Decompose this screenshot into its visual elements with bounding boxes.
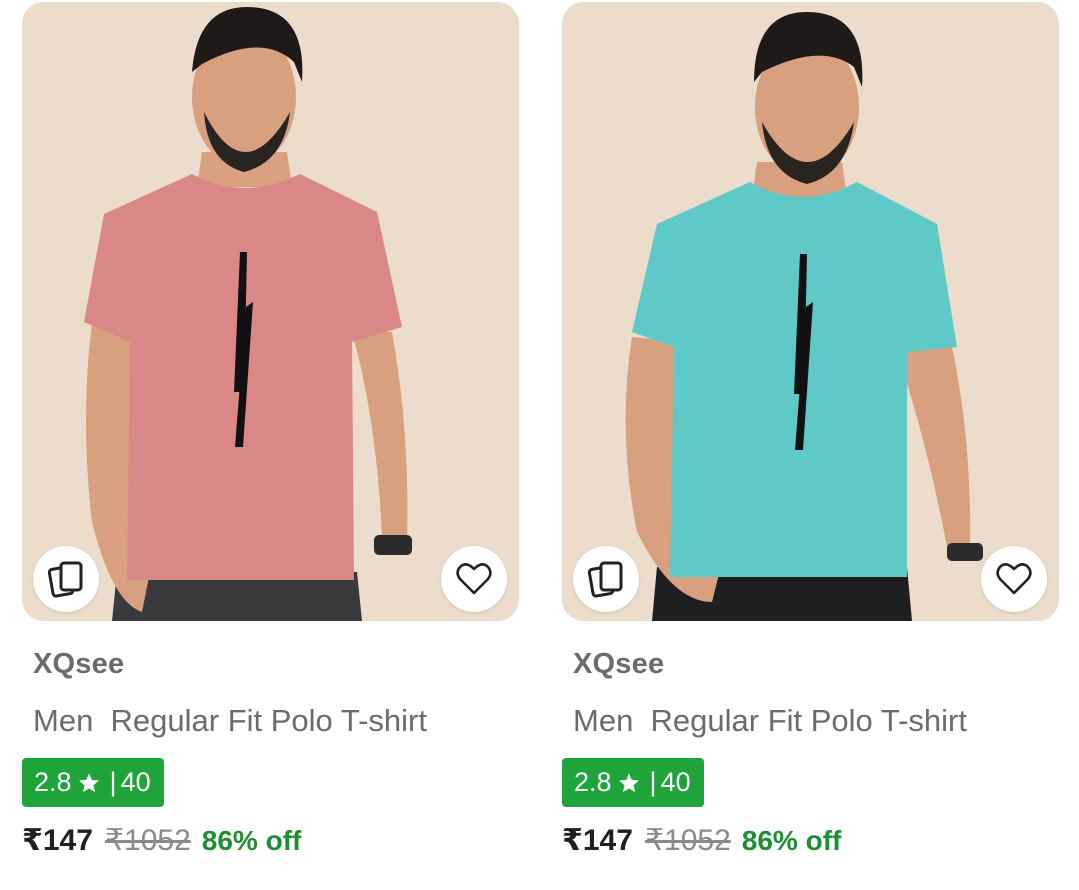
rating-value: 2.8: [34, 767, 72, 797]
original-price: ₹1052: [644, 824, 731, 857]
rating-badge: 2.8 | 40: [22, 758, 164, 807]
price-row: ₹147 ₹1052 86% off: [22, 823, 301, 863]
product-brand: XQsee: [573, 648, 665, 680]
rating-separator: |: [109, 767, 117, 797]
star-icon: [618, 772, 640, 794]
product-title[interactable]: Men Regular Fit Polo T-shirt: [33, 703, 427, 739]
similar-products-button[interactable]: [33, 546, 99, 612]
similar-cards-icon: [587, 561, 623, 598]
discount-label: 86% off: [741, 825, 842, 856]
rating-count: 40: [120, 767, 151, 797]
product-photo: [22, 2, 519, 621]
heart-icon: [996, 563, 1032, 595]
selling-price: ₹147: [22, 824, 93, 857]
similar-products-button[interactable]: [573, 546, 639, 612]
product-photo: [562, 2, 1059, 621]
rating-badge: 2.8 | 40: [562, 758, 704, 807]
similar-cards-icon: [47, 561, 83, 598]
price-row: ₹147 ₹1052 86% off: [562, 823, 841, 863]
product-brand: XQsee: [33, 648, 125, 680]
product-image[interactable]: [22, 2, 519, 621]
original-price: ₹1052: [104, 824, 191, 857]
rating-count: 40: [660, 767, 691, 797]
heart-icon: [456, 563, 492, 595]
product-card[interactable]: XQsee Men Regular Fit Polo T-shirt 2.8 |…: [562, 0, 1059, 890]
product-title[interactable]: Men Regular Fit Polo T-shirt: [573, 703, 967, 739]
wishlist-button[interactable]: [441, 546, 507, 612]
star-icon: [78, 772, 100, 794]
rating-separator: |: [649, 767, 657, 797]
rating-value: 2.8: [574, 767, 612, 797]
product-image[interactable]: [562, 2, 1059, 621]
selling-price: ₹147: [562, 824, 633, 857]
product-card[interactable]: XQsee Men Regular Fit Polo T-shirt 2.8 |…: [22, 0, 519, 890]
wishlist-button[interactable]: [981, 546, 1047, 612]
discount-label: 86% off: [201, 825, 302, 856]
